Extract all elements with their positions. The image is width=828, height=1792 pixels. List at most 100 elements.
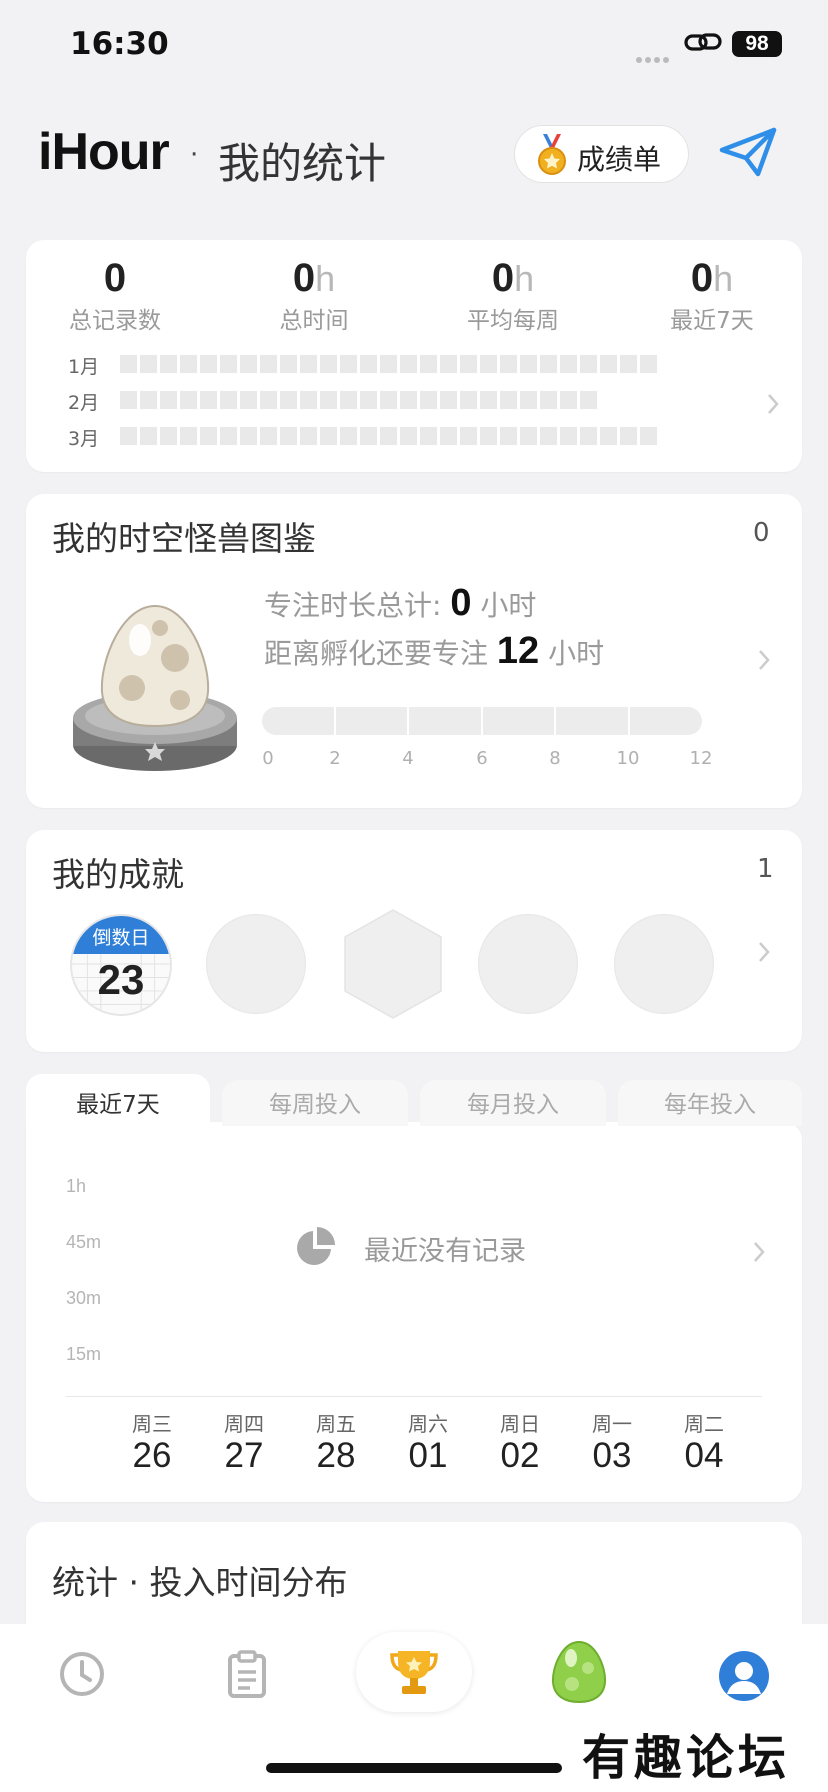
heatmap-day-cell — [440, 391, 457, 409]
heatmap-day-cell — [200, 391, 217, 409]
heatmap-day-cell — [320, 427, 337, 445]
heatmap-day-cell — [180, 427, 197, 445]
progress-tick: 6 — [476, 748, 488, 769]
day-column: 周二 04 — [664, 1408, 744, 1475]
heatmap-day-cell — [360, 391, 377, 409]
stat-value: 0 — [690, 256, 714, 300]
progress-tick: 2 — [329, 748, 341, 769]
weekday-label: 周一 — [592, 1412, 632, 1436]
heatmap-day-cell — [260, 355, 277, 373]
tab-last-7-days[interactable]: 最近7天 — [26, 1074, 210, 1126]
profile-avatar-icon[interactable] — [718, 1650, 770, 1702]
heatmap-day-cell — [280, 427, 297, 445]
stat-last-7-days: 0h 最近7天 — [627, 256, 797, 335]
tab-monthly[interactable]: 每月投入 — [420, 1080, 606, 1126]
y-axis-label: 45m — [66, 1232, 102, 1252]
heatmap-day-cell — [520, 391, 537, 409]
hatch-remaining-label: 距离孵化还要专注 — [264, 637, 489, 670]
heatmap-day-cell — [420, 391, 437, 409]
achievement-placeholder[interactable] — [478, 914, 578, 1014]
send-icon[interactable] — [718, 126, 778, 178]
heatmap-day-cell — [400, 391, 417, 409]
distribution-title: 统计 · 投入时间分布 — [52, 1563, 348, 1602]
heatmap-day-cell — [380, 355, 397, 373]
heatmap-day-cell — [240, 391, 257, 409]
heatmap-day-cell — [300, 391, 317, 409]
heatmap-day-cell — [120, 391, 137, 409]
egg-monster-icon[interactable] — [550, 1640, 608, 1704]
heatmap-day-cell — [620, 427, 637, 445]
heatmap-day-cell — [520, 355, 537, 373]
heatmap-day-cell — [220, 427, 237, 445]
heatmap-day-cell — [280, 391, 297, 409]
stat-label: 平均每周 — [467, 308, 559, 334]
clock-icon[interactable] — [58, 1650, 106, 1698]
hatch-remaining-unit: 小时 — [548, 637, 605, 670]
chevron-right-icon — [759, 650, 770, 670]
heatmap-day-cell — [200, 355, 217, 373]
progress-tick: 10 — [616, 748, 640, 769]
heatmap-day-cell — [160, 427, 177, 445]
trophy-icon — [390, 1651, 438, 1694]
tab-statistics-active[interactable] — [356, 1632, 472, 1712]
stat-value: 0 — [103, 256, 127, 300]
month-heatmap-row — [120, 427, 657, 445]
heatmap-day-cell — [140, 427, 157, 445]
monster-title: 我的时空怪兽图鉴 — [52, 519, 316, 558]
heatmap-day-cell — [460, 427, 477, 445]
heatmap-day-cell — [140, 391, 157, 409]
stat-unit: h — [315, 258, 336, 299]
heatmap-day-cell — [640, 355, 657, 373]
heatmap-day-cell — [120, 427, 137, 445]
chevron-right-icon — [768, 394, 779, 414]
tab-weekly[interactable]: 每周投入 — [222, 1080, 408, 1126]
achievement-placeholder[interactable] — [614, 914, 714, 1014]
date-label: 02 — [500, 1436, 540, 1475]
heatmap-day-cell — [360, 427, 377, 445]
achievements-count: 1 — [757, 854, 774, 884]
heatmap-day-cell — [160, 391, 177, 409]
status-time: 16:30 — [70, 26, 169, 62]
month-label: 3月 — [68, 428, 100, 450]
stat-total-records: 0 总记录数 — [30, 256, 200, 335]
heatmap-day-cell — [500, 355, 517, 373]
badge-number: 23 — [97, 956, 145, 1003]
weekday-label: 周三 — [132, 1412, 172, 1436]
heatmap-day-cell — [500, 391, 517, 409]
signal-icon — [636, 48, 676, 63]
progress-tick: 4 — [402, 748, 414, 769]
day-column: 周日 02 — [480, 1408, 560, 1475]
countdown-badge[interactable]: 倒数日 23 — [70, 914, 172, 1016]
heatmap-day-cell — [580, 427, 597, 445]
achievement-placeholder[interactable] — [206, 914, 306, 1014]
month-heatmap-row — [120, 355, 657, 373]
date-label: 28 — [316, 1436, 356, 1475]
empty-state-text: 最近没有记录 — [364, 1236, 526, 1267]
clipboard-icon[interactable] — [226, 1650, 268, 1698]
heatmap-day-cell — [240, 427, 257, 445]
heatmap-day-cell — [560, 391, 577, 409]
heatmap-day-cell — [300, 355, 317, 373]
stat-value: 0 — [491, 256, 515, 300]
y-axis-label: 1h — [66, 1176, 87, 1196]
heatmap-day-cell — [540, 391, 557, 409]
heatmap-day-cell — [340, 427, 357, 445]
day-column: 周一 03 — [572, 1408, 652, 1475]
link-icon — [684, 33, 722, 51]
stat-label: 最近7天 — [670, 308, 754, 334]
date-label: 04 — [684, 1436, 724, 1475]
heatmap-day-cell — [320, 355, 337, 373]
stat-unit: h — [713, 258, 734, 299]
stat-label: 总记录数 — [69, 308, 161, 334]
heatmap-day-cell — [420, 427, 437, 445]
month-heatmap-row — [120, 391, 597, 409]
heatmap-day-cell — [480, 427, 497, 445]
heatmap-day-cell — [580, 355, 597, 373]
report-card-button[interactable]: 成绩单 — [514, 125, 689, 183]
monster-egg-icon — [73, 604, 237, 771]
heatmap-day-cell — [180, 391, 197, 409]
tab-yearly[interactable]: 每年投入 — [618, 1080, 802, 1126]
page-title: 我的统计 — [218, 139, 387, 188]
heatmap-day-cell — [160, 355, 177, 373]
achievement-placeholder-hexagon[interactable] — [342, 908, 444, 1020]
